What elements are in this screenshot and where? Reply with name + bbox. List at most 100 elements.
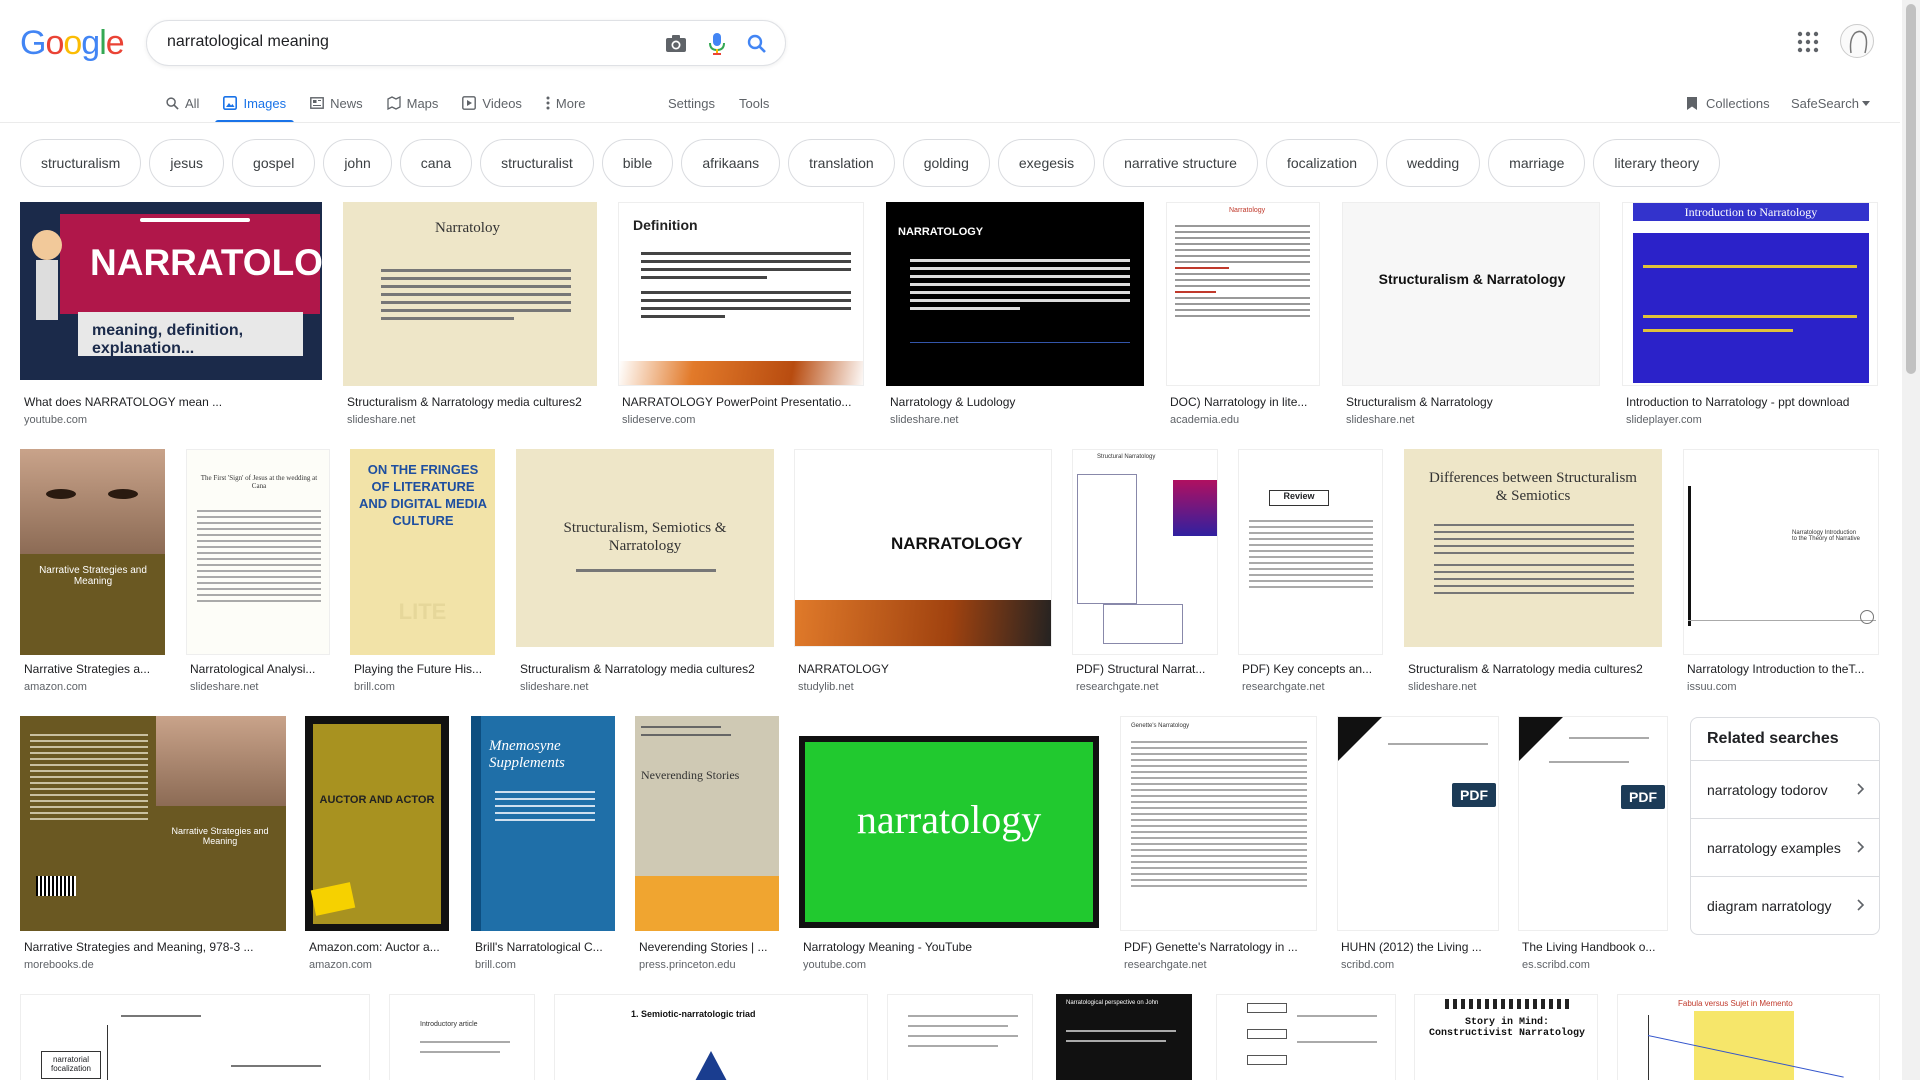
- result-source[interactable]: slideshare.net: [190, 681, 259, 693]
- result-title[interactable]: Neverending Stories | ...: [639, 940, 779, 954]
- filter-chip[interactable]: structuralism: [20, 139, 142, 187]
- filter-chip[interactable]: exegesis: [997, 139, 1096, 187]
- result-title[interactable]: PDF) Key concepts an...: [1242, 662, 1382, 676]
- result-source[interactable]: amazon.com: [309, 959, 372, 971]
- image-result[interactable]: NARRATOLOGY meaning, definition, explana…: [20, 202, 325, 427]
- image-result[interactable]: [1216, 994, 1396, 1080]
- filter-chip[interactable]: marriage: [1488, 139, 1586, 187]
- result-source[interactable]: brill.com: [354, 681, 395, 693]
- result-title[interactable]: PDF) Genette's Narratology in ...: [1124, 940, 1317, 954]
- image-result[interactable]: Narratoloy Structuralism & Narratology m…: [343, 202, 600, 427]
- result-source[interactable]: youtube.com: [803, 959, 866, 971]
- related-search-item[interactable]: narratology examples: [1691, 818, 1879, 876]
- result-title[interactable]: Structuralism & Narratology media cultur…: [520, 662, 774, 676]
- tab-videos[interactable]: Videos: [462, 86, 522, 120]
- image-result[interactable]: Differences between Structuralism & Semi…: [1404, 449, 1664, 699]
- tab-news[interactable]: News: [310, 86, 363, 120]
- image-result[interactable]: Fabula versus Sujet in Memento: [1617, 994, 1880, 1080]
- safesearch-button[interactable]: SafeSearch: [1791, 86, 1870, 120]
- result-title[interactable]: Structuralism & Narratology: [1346, 395, 1600, 409]
- result-source[interactable]: amazon.com: [24, 681, 87, 693]
- settings-link[interactable]: Settings: [668, 86, 715, 120]
- scrollbar-thumb[interactable]: [1906, 4, 1916, 374]
- result-title[interactable]: The Living Handbook o...: [1522, 940, 1668, 954]
- image-result[interactable]: PDF The Living Handbook o... es.scribd.c…: [1518, 716, 1670, 978]
- search-icon[interactable]: [745, 32, 769, 56]
- result-title[interactable]: Playing the Future His...: [354, 662, 494, 676]
- filter-chip[interactable]: literary theory: [1593, 139, 1721, 187]
- filter-chip[interactable]: jesus: [149, 139, 225, 187]
- result-title[interactable]: What does NARRATOLOGY mean ...: [24, 395, 254, 409]
- tab-images[interactable]: Images: [215, 86, 294, 123]
- result-title[interactable]: Amazon.com: Auctor a...: [309, 940, 449, 954]
- search-input[interactable]: [167, 33, 637, 51]
- image-result[interactable]: Genette's Narratology PDF) Genette's Nar…: [1120, 716, 1319, 978]
- result-title[interactable]: Narrative Strategies and Meaning, 978-3 …: [24, 940, 264, 954]
- image-result[interactable]: Story in Mind: Constructivist Narratolog…: [1414, 994, 1598, 1080]
- filter-chip[interactable]: cana: [399, 139, 473, 187]
- result-source[interactable]: youtube.com: [24, 414, 87, 426]
- image-result[interactable]: Introduction to Narratology Introduction…: [1622, 202, 1880, 427]
- image-result[interactable]: NARRATOLOGY Narratology & Ludology slide…: [886, 202, 1146, 427]
- result-source[interactable]: academia.edu: [1170, 414, 1239, 426]
- collections-link[interactable]: Collections: [1686, 86, 1770, 120]
- image-result[interactable]: Review PDF) Key concepts an... researchg…: [1238, 449, 1384, 699]
- tab-more[interactable]: More: [546, 86, 586, 120]
- filter-chip[interactable]: structuralist: [480, 139, 594, 187]
- image-result[interactable]: [887, 994, 1033, 1080]
- image-result[interactable]: PDF HUHN (2012) the Living ... scribd.co…: [1337, 716, 1501, 978]
- filter-chip[interactable]: john: [323, 139, 392, 187]
- image-result[interactable]: Structural Narratology PDF) Structural N…: [1072, 449, 1220, 699]
- related-search-item[interactable]: narratology todorov: [1691, 760, 1879, 818]
- result-source[interactable]: studylib.net: [798, 681, 854, 693]
- image-result[interactable]: Narratology DOC) Narratology in lite... …: [1166, 202, 1322, 427]
- page-scrollbar[interactable]: [1902, 0, 1920, 1080]
- result-source[interactable]: issuu.com: [1687, 681, 1737, 693]
- result-title[interactable]: DOC) Narratology in lite...: [1170, 395, 1320, 409]
- result-source[interactable]: slideplayer.com: [1626, 414, 1702, 426]
- filter-chip[interactable]: bible: [601, 139, 674, 187]
- result-title[interactable]: Structuralism & Narratology media cultur…: [347, 395, 599, 409]
- result-source[interactable]: slideshare.net: [520, 681, 589, 693]
- image-result[interactable]: The First 'Sign' of Jesus at the wedding…: [186, 449, 331, 699]
- result-source[interactable]: morebooks.de: [24, 959, 94, 971]
- tools-link[interactable]: Tools: [739, 86, 769, 120]
- microphone-icon[interactable]: [705, 32, 729, 56]
- tab-all[interactable]: All: [166, 86, 199, 120]
- image-result[interactable]: 1. Semiotic-narratologic triad: [554, 994, 868, 1080]
- image-result[interactable]: Structuralism & Narratology Structuralis…: [1342, 202, 1602, 427]
- result-title[interactable]: Structuralism & Narratology media cultur…: [1408, 662, 1662, 676]
- filter-chip[interactable]: afrikaans: [681, 139, 781, 187]
- result-source[interactable]: es.scribd.com: [1522, 959, 1590, 971]
- image-result[interactable]: Introductory article: [389, 994, 535, 1080]
- result-title[interactable]: Narrative Strategies a...: [24, 662, 164, 676]
- image-result[interactable]: AUCTOR AND ACTOR Amazon.com: Auctor a...…: [305, 716, 451, 978]
- filter-chip[interactable]: golding: [902, 139, 990, 187]
- result-source[interactable]: slideshare.net: [347, 414, 416, 426]
- result-source[interactable]: scribd.com: [1341, 959, 1394, 971]
- result-title[interactable]: Narratology Introduction to theT...: [1687, 662, 1877, 676]
- search-box[interactable]: [146, 20, 786, 66]
- result-source[interactable]: slideshare.net: [890, 414, 959, 426]
- result-source[interactable]: researchgate.net: [1076, 681, 1159, 693]
- filter-chip[interactable]: translation: [788, 139, 895, 187]
- result-title[interactable]: Narratology Meaning - YouTube: [803, 940, 1099, 954]
- result-title[interactable]: Introduction to Narratology - ppt downlo…: [1626, 395, 1880, 409]
- image-result[interactable]: NARRATOLOGY NARRATOLOGY studylib.net: [794, 449, 1054, 699]
- filter-chip[interactable]: gospel: [232, 139, 316, 187]
- image-result[interactable]: Structuralism, Semiotics & Narratology S…: [516, 449, 776, 699]
- result-source[interactable]: researchgate.net: [1242, 681, 1325, 693]
- image-result[interactable]: narratology Narratology Meaning - YouTub…: [799, 716, 1101, 978]
- result-source[interactable]: slideserve.com: [622, 414, 695, 426]
- result-title[interactable]: Brill's Narratological C...: [475, 940, 615, 954]
- result-source[interactable]: slideshare.net: [1346, 414, 1415, 426]
- result-source[interactable]: slideshare.net: [1408, 681, 1477, 693]
- image-result[interactable]: Definition NARRATOLOGY PowerPoint Presen…: [618, 202, 866, 427]
- result-source[interactable]: researchgate.net: [1124, 959, 1207, 971]
- related-search-item[interactable]: diagram narratology: [1691, 876, 1879, 934]
- google-logo[interactable]: Google: [20, 24, 125, 63]
- result-title[interactable]: NARRATOLOGY PowerPoint Presentatio...: [622, 395, 866, 409]
- result-title[interactable]: NARRATOLOGY: [798, 662, 1052, 676]
- result-source[interactable]: press.princeton.edu: [639, 959, 736, 971]
- tab-maps[interactable]: Maps: [386, 86, 438, 120]
